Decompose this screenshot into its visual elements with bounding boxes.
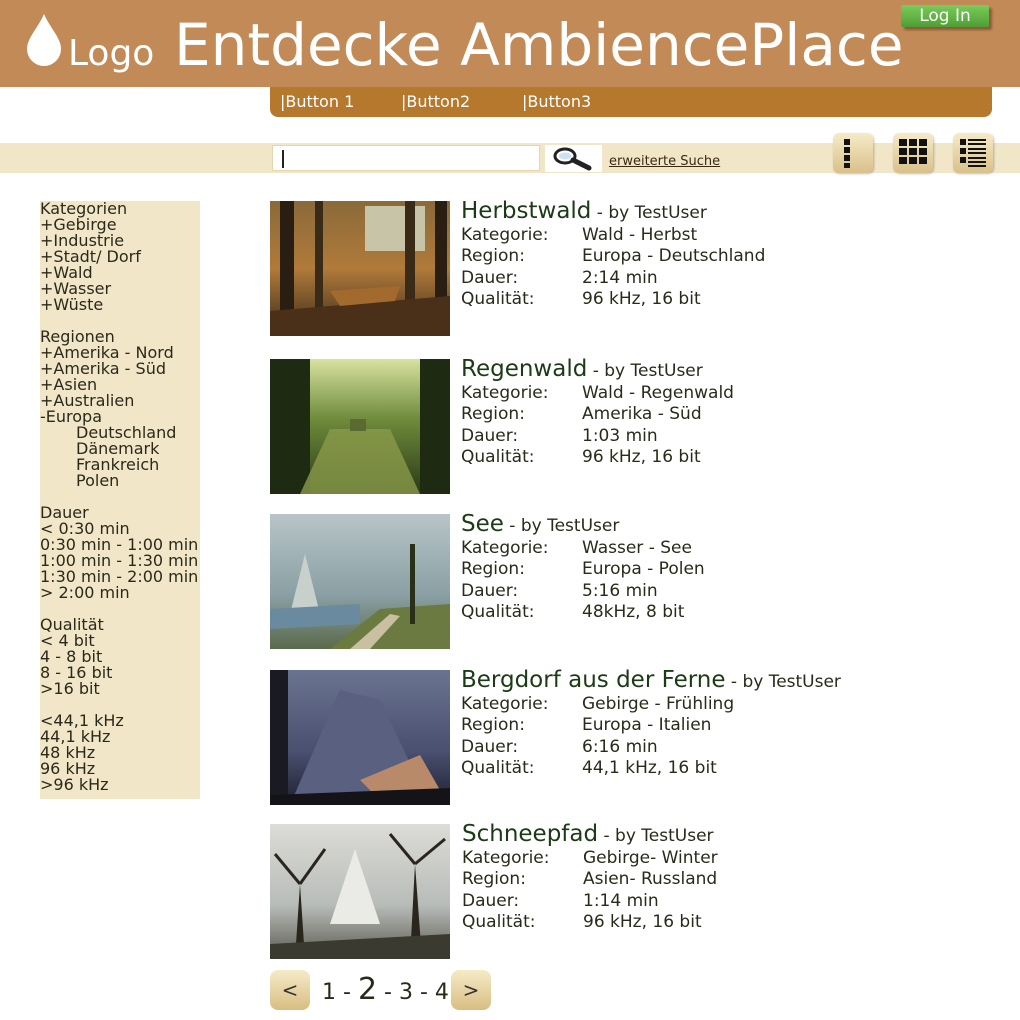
result-title-line: Schneepfad - by TestUser [462, 821, 714, 847]
view-grid-button[interactable] [893, 133, 933, 173]
value-kategorie: Gebirge- Winter [583, 848, 718, 868]
label-dauer: Dauer: [461, 581, 519, 601]
value-dauer: 1:03 min [582, 426, 658, 446]
result-title-line: Bergdorf aus der Ferne - by TestUser [461, 667, 841, 693]
page-link-3[interactable]: 3 [399, 980, 413, 1005]
search-input[interactable] [272, 145, 540, 171]
page-link-current[interactable]: 2 [358, 972, 377, 1007]
filter-subitem[interactable]: Polen [76, 473, 119, 489]
value-qualitaet: 96 kHz, 16 bit [582, 289, 701, 309]
result-author[interactable]: - by TestUser [504, 516, 619, 536]
page-link-4[interactable]: 4 [435, 980, 449, 1005]
grid-icon [899, 139, 927, 164]
value-kategorie: Gebirge - Frühling [582, 694, 735, 714]
value-region: Europa - Deutschland [582, 246, 766, 266]
result-title[interactable]: See [461, 511, 504, 537]
login-button[interactable]: Log In [901, 5, 989, 27]
result-title-line: See - by TestUser [461, 511, 619, 537]
thumbnail-mountain-village[interactable] [270, 670, 450, 805]
result-author[interactable]: - by TestUser [726, 672, 841, 692]
value-dauer: 5:16 min [582, 581, 658, 601]
search-button[interactable] [545, 145, 602, 172]
label-kategorie: Kategorie: [461, 694, 549, 714]
nav-button-1[interactable]: |Button 1 [280, 93, 354, 111]
value-region: Europa - Polen [582, 559, 705, 579]
page-separator: - [336, 980, 358, 1005]
logo-drop-icon [27, 14, 61, 66]
page-separator: - [412, 980, 435, 1005]
value-dauer: 2:14 min [582, 268, 658, 288]
value-qualitaet: 48kHz, 8 bit [582, 602, 685, 622]
filter-item[interactable]: > 2:00 min [40, 585, 130, 601]
label-kategorie: Kategorie: [461, 225, 549, 245]
label-qualitaet: Qualität: [461, 602, 535, 622]
label-region: Region: [461, 246, 525, 266]
label-qualitaet: Qualität: [461, 289, 535, 309]
page-link-1[interactable]: 1 [322, 980, 336, 1005]
label-qualitaet: Qualität: [461, 447, 535, 467]
label-kategorie: Kategorie: [462, 848, 550, 868]
value-dauer: 6:16 min [582, 737, 658, 757]
site-header: Logo Entdecke AmbiencePlace Log In [0, 0, 1020, 87]
value-dauer: 1:14 min [583, 891, 659, 911]
result-title[interactable]: Bergdorf aus der Ferne [461, 667, 726, 693]
view-list-detail-button[interactable] [953, 133, 993, 173]
nav-button-3[interactable]: |Button3 [522, 93, 591, 111]
result-title-line: Regenwald - by TestUser [461, 356, 703, 382]
result-title[interactable]: Schneepfad [462, 821, 598, 847]
main-nav: |Button 1 |Button2 |Button3 [270, 87, 992, 117]
filter-item[interactable]: >96 kHz [40, 777, 109, 793]
label-region: Region: [461, 404, 525, 424]
result-author[interactable]: - by TestUser [598, 826, 713, 846]
label-kategorie: Kategorie: [461, 383, 549, 403]
result-title[interactable]: Regenwald [461, 356, 587, 382]
text-caret [282, 150, 284, 168]
value-kategorie: Wald - Regenwald [582, 383, 734, 403]
thumbnail-lake[interactable] [270, 514, 450, 649]
page-separator: - [377, 980, 399, 1005]
view-list-narrow-button[interactable] [833, 133, 873, 173]
nav-button-2[interactable]: |Button2 [401, 93, 470, 111]
page-title: Entdecke AmbiencePlace [174, 11, 904, 79]
label-qualitaet: Qualität: [462, 912, 536, 932]
value-kategorie: Wald - Herbst [582, 225, 698, 245]
filter-item[interactable]: +Wüste [40, 297, 103, 313]
pagination: 1 - 2 - 3 - 4 [322, 972, 449, 1007]
advanced-search-link[interactable]: erweiterte Suche [609, 154, 720, 169]
label-dauer: Dauer: [461, 426, 519, 446]
result-title-line: Herbstwald - by TestUser [461, 198, 707, 224]
label-region: Region: [462, 869, 526, 889]
thumbnail-snow-path[interactable] [270, 824, 450, 959]
value-region: Europa - Italien [582, 715, 712, 735]
list-detail-icon [960, 139, 986, 167]
label-qualitaet: Qualität: [461, 758, 535, 778]
value-region: Amerika - Süd [582, 404, 702, 424]
value-qualitaet: 96 kHz, 16 bit [582, 447, 701, 467]
value-qualitaet: 44,1 kHz, 16 bit [582, 758, 717, 778]
filter-item[interactable]: >16 bit [40, 681, 100, 697]
label-region: Region: [461, 559, 525, 579]
logo-text[interactable]: Logo [68, 34, 154, 74]
search-icon [553, 147, 592, 171]
result-author[interactable]: - by TestUser [591, 203, 707, 223]
label-dauer: Dauer: [461, 268, 519, 288]
label-kategorie: Kategorie: [461, 538, 549, 558]
thumbnail-rainforest[interactable] [270, 359, 450, 494]
label-dauer: Dauer: [462, 891, 520, 911]
value-qualitaet: 96 kHz, 16 bit [583, 912, 702, 932]
value-region: Asien- Russland [583, 869, 718, 889]
result-author[interactable]: - by TestUser [587, 361, 703, 381]
thumbnail-autumn-forest[interactable] [270, 201, 450, 336]
prev-page-button[interactable]: < [270, 970, 310, 1010]
label-dauer: Dauer: [461, 737, 519, 757]
result-title[interactable]: Herbstwald [461, 198, 591, 224]
list-narrow-icon [844, 139, 850, 168]
next-page-button[interactable]: > [451, 970, 491, 1010]
label-region: Region: [461, 715, 525, 735]
value-kategorie: Wasser - See [582, 538, 692, 558]
